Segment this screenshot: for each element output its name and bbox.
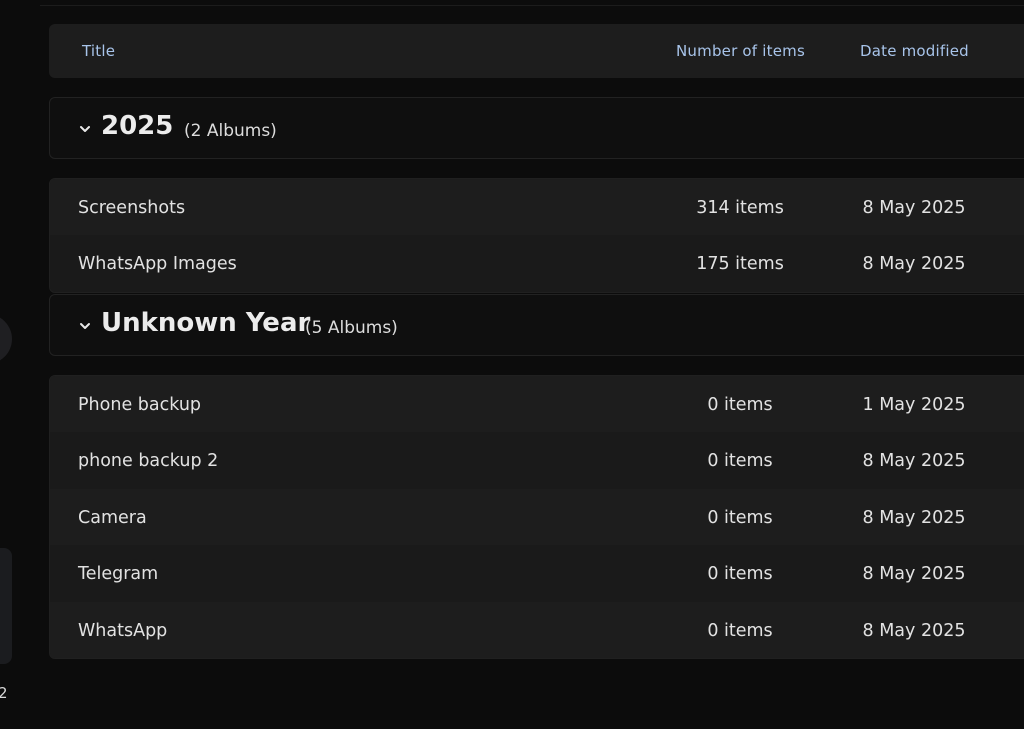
table-row[interactable]: Telegram 0 items 8 May 2025 [50, 545, 1024, 602]
sidebar-partial-label: 2 [0, 684, 8, 702]
album-date-modified: 8 May 2025 [862, 507, 966, 528]
chevron-down-icon[interactable] [78, 122, 92, 136]
column-header-date[interactable]: Date modified [860, 42, 969, 60]
table-row[interactable]: phone backup 2 0 items 8 May 2025 [50, 432, 1024, 489]
album-title: WhatsApp [78, 620, 168, 641]
album-date-modified: 8 May 2025 [862, 620, 966, 641]
left-sidebar: 2 [0, 0, 40, 729]
table-header: Title Number of items Date modified [49, 24, 1024, 78]
group-title: 2025 [101, 111, 174, 141]
top-divider [40, 5, 1024, 6]
sidebar-round-button[interactable] [0, 314, 12, 364]
table-row[interactable]: Screenshots 314 items 8 May 2025 [50, 179, 1024, 236]
album-title: Phone backup [78, 395, 202, 415]
album-title: WhatsApp Images [78, 254, 237, 275]
column-header-title[interactable]: Title [82, 42, 115, 60]
album-item-count: 0 items [707, 620, 773, 641]
album-title: Screenshots [78, 198, 186, 218]
album-item-count: 0 items [707, 451, 773, 472]
table-row[interactable]: Phone backup 0 items 1 May 2025 [50, 376, 1024, 433]
album-title: Camera [78, 507, 147, 528]
column-header-count[interactable]: Number of items [676, 42, 805, 60]
album-date-modified: 8 May 2025 [862, 451, 966, 472]
album-list-2025: Screenshots 314 items 8 May 2025 WhatsAp… [49, 178, 1024, 293]
group-album-count: (5 Albums) [305, 318, 398, 338]
album-item-count: 0 items [707, 507, 773, 528]
table-row[interactable]: WhatsApp 0 items 8 May 2025 [50, 601, 1024, 658]
table-row[interactable]: WhatsApp Images 175 items 8 May 2025 [50, 235, 1024, 292]
album-item-count: 0 items [707, 395, 773, 415]
group-album-count: (2 Albums) [184, 121, 277, 141]
sidebar-card[interactable] [0, 548, 12, 664]
album-title: phone backup 2 [78, 451, 219, 472]
album-item-count: 0 items [707, 564, 773, 585]
album-date-modified: 1 May 2025 [862, 395, 966, 415]
group-header-2025[interactable]: 2025 (2 Albums) [49, 97, 1024, 159]
chevron-down-icon[interactable] [78, 319, 92, 333]
group-header-unknown-year[interactable]: Unknown Year (5 Albums) [49, 294, 1024, 356]
album-date-modified: 8 May 2025 [862, 564, 966, 585]
album-date-modified: 8 May 2025 [862, 198, 966, 218]
group-title: Unknown Year [101, 308, 311, 338]
album-item-count: 314 items [696, 198, 784, 218]
table-row[interactable]: Camera 0 items 8 May 2025 [50, 488, 1024, 546]
album-title: Telegram [78, 564, 159, 585]
album-item-count: 175 items [696, 254, 784, 275]
album-list-unknown-year: Phone backup 0 items 1 May 2025 phone ba… [49, 375, 1024, 659]
album-date-modified: 8 May 2025 [862, 254, 966, 275]
